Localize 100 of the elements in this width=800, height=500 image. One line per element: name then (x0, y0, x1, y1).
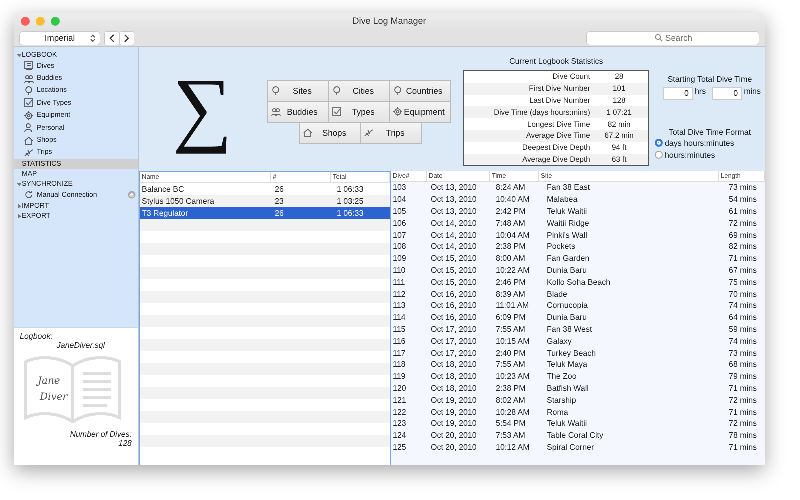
table-cell-text: 68 mins (728, 360, 758, 370)
forward-button[interactable] (120, 32, 134, 44)
category-button[interactable]: Shops (298, 122, 360, 144)
table-cell-text: Pinki's Wall (546, 230, 588, 240)
table-cell-text: 5:54 PM (495, 419, 527, 428)
table-cell-text: Spiral Corner (546, 442, 596, 452)
table-cell-text: Oct 13, 2010 (430, 195, 478, 204)
table-cell-text: 74 mins (728, 336, 758, 346)
disclosure-triangle-icon (17, 52, 22, 58)
table-cell-text: 7:55 AM (495, 324, 526, 334)
table-cell-text: Oct 18, 2010 (430, 384, 478, 393)
format-radio[interactable]: hours:minutes (654, 149, 765, 161)
table-cell-text: Dunia Baru (546, 313, 588, 322)
back-button[interactable] (105, 32, 119, 44)
pin-icon (24, 86, 34, 96)
category-button[interactable]: Cities (328, 80, 390, 102)
table-cell-text: 10:04 AM (495, 230, 531, 240)
table-cell-text: Oct 16, 2010 (430, 290, 478, 299)
category-button[interactable]: Trips (360, 122, 422, 144)
table-cell-text: 105 (392, 206, 408, 216)
table-cell-text: 122 (392, 408, 408, 417)
table-cell-text: 72 mins (728, 218, 758, 228)
category-button[interactable]: Equipment (388, 101, 450, 123)
updown-icon (90, 34, 96, 42)
table-cell-text: Table Coral City (546, 431, 604, 440)
table-cell-text: 10:40 AM (495, 195, 531, 204)
search-field[interactable]: Search (587, 32, 759, 44)
eject-icon[interactable] (128, 191, 136, 200)
category-button[interactable]: Countries (388, 80, 450, 102)
table-cell-text: 7:55 AM (495, 360, 526, 370)
table-cell-text: Batfish Wall (546, 384, 590, 393)
table-cell-text: 59 mins (728, 324, 758, 334)
table-cell-text: 2:46 PM (495, 278, 527, 287)
minimize-button[interactable] (36, 17, 45, 26)
table-row[interactable]: T3 Regulator 26 1 06:33 (140, 207, 390, 219)
house-icon (24, 136, 34, 146)
hours-field[interactable]: 0 (662, 87, 693, 100)
table-cell-text: 74 mins (728, 301, 758, 310)
table-cell-text: 121 (392, 396, 408, 405)
table-cell-text: 107 (392, 230, 408, 240)
people-icon (270, 107, 280, 117)
table-cell-text: 64 mins (728, 313, 758, 322)
table-cell-text: Oct 17, 2010 (430, 348, 478, 358)
format-radio[interactable]: days hours:minutes (654, 137, 765, 149)
table-cell-text: Fan Garden (546, 254, 591, 264)
category-button[interactable]: Buddies (266, 101, 328, 123)
dive-count-label: Number of Dives: (70, 430, 132, 439)
checkbox-icon (332, 107, 342, 117)
people-icon (24, 74, 34, 84)
table-cell-text: 72 mins (728, 396, 758, 405)
table-cell-text: Oct 19, 2010 (430, 419, 478, 428)
table-cell-text: 106 (392, 218, 408, 228)
table-cell-text: 8:02 AM (495, 396, 526, 405)
table-cell-text: Kollo Soha Beach (546, 278, 612, 287)
table-cell-text: Teluk Maya (546, 360, 588, 370)
table-cell-text: 10:23 AM (495, 372, 531, 382)
back-icon (109, 34, 115, 42)
pin-icon (332, 86, 342, 96)
table-cell-text: 73 mins (728, 183, 758, 192)
table-cell-text: Fan 38 East (546, 183, 592, 192)
units-dropdown[interactable]: Imperial (20, 32, 100, 44)
zoom-button[interactable] (51, 17, 60, 26)
starting-time-title: Starting Total Dive Time (668, 75, 752, 84)
table-cell-text: Oct 14, 2010 (430, 230, 478, 240)
table-cell-text: 2:38 PM (495, 242, 527, 252)
table-cell-text: 79 mins (728, 372, 758, 382)
table-cell-text: 7:48 AM (495, 218, 526, 228)
table-cell-text: 111 (392, 278, 406, 287)
logbook-filename: JaneDiver.sql (56, 341, 106, 350)
table-cell-text: 8:24 AM (495, 183, 526, 192)
table-cell-text: 116 (392, 336, 407, 346)
table-cell-text: Teluk Waitii (546, 419, 588, 428)
table-cell-text: 7:53 AM (495, 431, 526, 440)
close-button[interactable] (21, 17, 30, 26)
table-cell-text: 114 (392, 313, 407, 322)
table-cell-text: The Zoo (546, 372, 578, 382)
table-cell-text: 6:09 PM (495, 313, 527, 322)
category-button[interactable]: Sites (266, 80, 328, 102)
minutes-field[interactable]: 0 (712, 87, 742, 100)
search-icon (655, 34, 663, 42)
table-cell-text: Dunia Baru (546, 266, 588, 275)
person-icon (24, 123, 34, 134)
category-button[interactable]: Types (328, 101, 390, 123)
table-cell-text: 123 (392, 419, 408, 428)
table-cell-text: 71 mins (728, 408, 758, 417)
table-cell-text: Oct 14, 2010 (430, 218, 478, 228)
table-cell-text: 71 mins (728, 254, 758, 264)
table-cell-text: Malabea (546, 195, 579, 204)
house-icon (302, 128, 312, 138)
table-cell-text: Oct 15, 2010 (430, 266, 478, 275)
logbook-icon (24, 61, 34, 72)
table-row[interactable]: Stylus 1050 Camera 23 1 03:25 (140, 195, 390, 207)
table-cell-text: 11:01 AM (495, 301, 530, 310)
table-cell-text: Waitii Ridge (546, 218, 590, 228)
table-cell-text: Galaxy (546, 336, 573, 346)
table-cell-text: 125 (392, 442, 408, 452)
table-cell-text: Oct 16, 2010 (430, 301, 478, 310)
disclosure-triangle-icon (17, 182, 22, 187)
table-cell-text: 10:15 AM (495, 336, 531, 346)
table-cell-text: 82 mins (728, 242, 758, 252)
